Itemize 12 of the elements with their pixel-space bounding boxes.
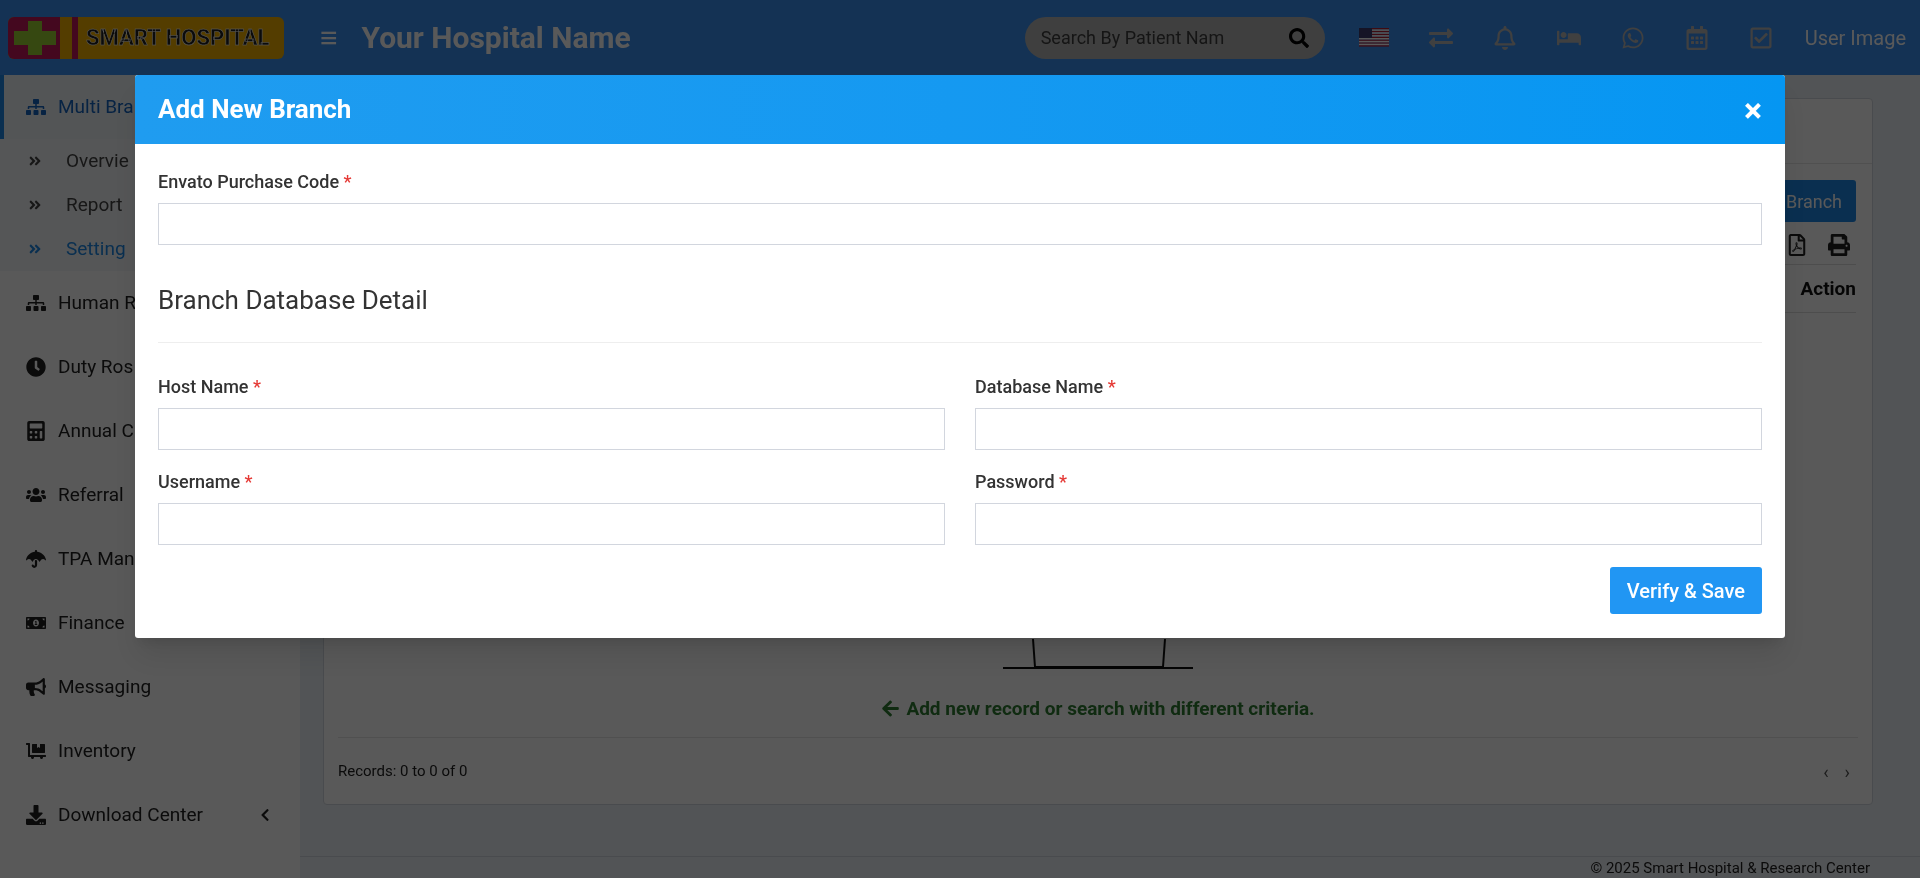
field-label: Host Name * <box>158 375 262 399</box>
empty-message: Add new record or search with different criteria. <box>906 695 1315 722</box>
footer-text: © 2025 Smart Hospital & Research Center <box>1590 858 1870 877</box>
column-header: Action <box>1800 276 1856 302</box>
section-title: Branch Database Detail <box>158 284 429 317</box>
modal-title: Add New Branch <box>158 93 353 126</box>
hospital-name: Your Hospital Name <box>361 19 631 57</box>
field-label: Username * <box>158 470 254 494</box>
field-label: Password * <box>975 470 1068 494</box>
field-label: Envato Purchase Code * <box>158 170 353 194</box>
records-count: Records: 0 to 0 of 0 <box>338 760 469 782</box>
field-label: Database Name * <box>975 375 1117 399</box>
